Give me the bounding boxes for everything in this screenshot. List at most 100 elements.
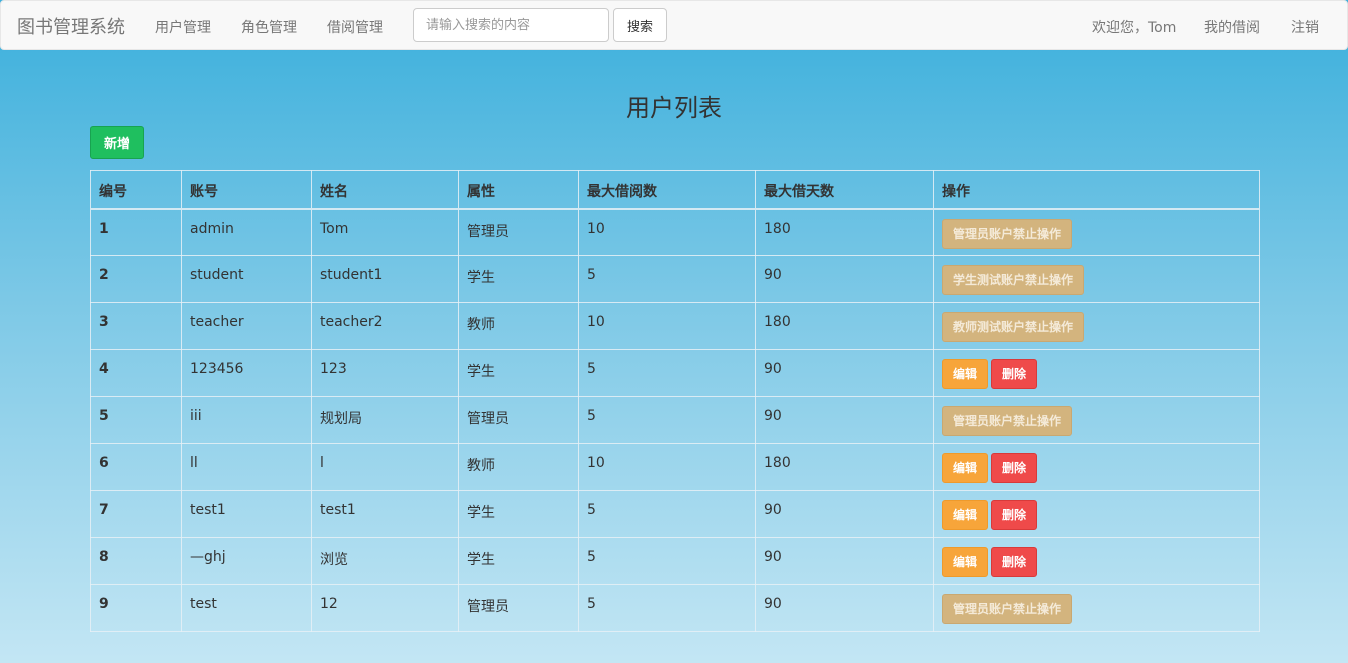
- table-header-row: 编号 账号 姓名 属性 最大借阅数 最大借天数 操作: [90, 170, 1260, 210]
- cell-name: 规划局: [311, 396, 459, 444]
- cell-id: 8: [90, 537, 182, 585]
- table-row: 7 test1 test1 学生 5 90 编辑 删除: [90, 490, 1260, 538]
- cell-max-days: 90: [755, 584, 934, 632]
- table-row: 8 —ghj 浏览 学生 5 90 编辑 删除: [90, 537, 1260, 585]
- table-row: 1 admin Tom 管理员 10 180 管理员账户禁止操作: [90, 208, 1260, 256]
- cell-account: test1: [181, 490, 312, 538]
- edit-button[interactable]: 编辑: [942, 359, 989, 389]
- cell-role: 学生: [458, 349, 579, 397]
- cell-max-borrow: 10: [578, 443, 756, 491]
- cell-max-borrow: 10: [578, 208, 756, 256]
- header-account: 账号: [181, 170, 312, 210]
- cell-max-days: 180: [755, 443, 934, 491]
- cell-max-days: 90: [755, 537, 934, 585]
- cell-name: Tom: [311, 208, 459, 256]
- cell-actions: 管理员账户禁止操作: [933, 396, 1260, 444]
- cell-name: student1: [311, 255, 459, 303]
- add-user-button[interactable]: 新增: [90, 126, 144, 159]
- cell-max-days: 180: [755, 208, 934, 256]
- disabled-action-button: 管理员账户禁止操作: [942, 594, 1073, 624]
- cell-id: 1: [90, 208, 182, 256]
- navbar: 图书管理系统 用户管理 角色管理 借阅管理 搜索 欢迎您，Tom 我的借阅 注销: [0, 0, 1348, 50]
- delete-button[interactable]: 删除: [991, 500, 1038, 530]
- cell-name: 12: [311, 584, 459, 632]
- cell-role: 管理员: [458, 584, 579, 632]
- cell-actions: 编辑 删除: [933, 349, 1260, 397]
- cell-max-borrow: 5: [578, 349, 756, 397]
- cell-actions: 学生测试账户禁止操作: [933, 255, 1260, 303]
- cell-account: —ghj: [181, 537, 312, 585]
- edit-button[interactable]: 编辑: [942, 500, 989, 530]
- cell-max-days: 90: [755, 255, 934, 303]
- disabled-action-button: 管理员账户禁止操作: [942, 406, 1073, 436]
- cell-actions: 管理员账户禁止操作: [933, 584, 1260, 632]
- cell-max-days: 90: [755, 396, 934, 444]
- cell-id: 9: [90, 584, 182, 632]
- cell-name: 123: [311, 349, 459, 397]
- welcome-user[interactable]: 欢迎您，Tom: [1092, 17, 1176, 37]
- nav-user-management[interactable]: 用户管理: [155, 17, 211, 37]
- cell-account: 123456: [181, 349, 312, 397]
- cell-role: 教师: [458, 302, 579, 350]
- table-row: 9 test 12 管理员 5 90 管理员账户禁止操作: [90, 584, 1260, 632]
- table-row: 6 ll l 教师 10 180 编辑 删除: [90, 443, 1260, 491]
- delete-button[interactable]: 删除: [991, 453, 1038, 483]
- cell-account: student: [181, 255, 312, 303]
- nav-logout[interactable]: 注销: [1291, 17, 1319, 37]
- cell-id: 5: [90, 396, 182, 444]
- header-role: 属性: [458, 170, 579, 210]
- search-button[interactable]: 搜索: [613, 8, 667, 42]
- cell-name: teacher2: [311, 302, 459, 350]
- cell-account: test: [181, 584, 312, 632]
- table-row: 2 student student1 学生 5 90 学生测试账户禁止操作: [90, 255, 1260, 303]
- cell-name: l: [311, 443, 459, 491]
- cell-account: teacher: [181, 302, 312, 350]
- disabled-action-button: 教师测试账户禁止操作: [942, 312, 1085, 342]
- cell-max-days: 180: [755, 302, 934, 350]
- cell-actions: 编辑 删除: [933, 443, 1260, 491]
- table-body: 1 admin Tom 管理员 10 180 管理员账户禁止操作 2 student studen…: [90, 208, 1260, 632]
- cell-id: 4: [90, 349, 182, 397]
- search-input[interactable]: [413, 8, 609, 42]
- edit-button[interactable]: 编辑: [942, 547, 989, 577]
- cell-max-borrow: 10: [578, 302, 756, 350]
- edit-button[interactable]: 编辑: [942, 453, 989, 483]
- cell-name: 浏览: [311, 537, 459, 585]
- brand-title[interactable]: 图书管理系统: [17, 13, 125, 39]
- disabled-action-button: 学生测试账户禁止操作: [942, 265, 1085, 295]
- cell-actions: 教师测试账户禁止操作: [933, 302, 1260, 350]
- user-table: 编号 账号 姓名 属性 最大借阅数 最大借天数 操作 1 admin Tom 管理员 1…: [90, 170, 1260, 632]
- cell-account: admin: [181, 208, 312, 256]
- nav-role-management[interactable]: 角色管理: [241, 17, 297, 37]
- nav-borrow-management[interactable]: 借阅管理: [327, 17, 383, 37]
- cell-max-borrow: 5: [578, 537, 756, 585]
- cell-id: 2: [90, 255, 182, 303]
- cell-role: 学生: [458, 255, 579, 303]
- table-row: 4 123456 123 学生 5 90 编辑 删除: [90, 349, 1260, 397]
- cell-account: iii: [181, 396, 312, 444]
- cell-max-borrow: 5: [578, 255, 756, 303]
- table-row: 5 iii 规划局 管理员 5 90 管理员账户禁止操作: [90, 396, 1260, 444]
- header-actions: 操作: [933, 170, 1260, 210]
- header-id: 编号: [90, 170, 182, 210]
- cell-role: 学生: [458, 490, 579, 538]
- cell-id: 7: [90, 490, 182, 538]
- cell-actions: 编辑 删除: [933, 490, 1260, 538]
- cell-id: 6: [90, 443, 182, 491]
- header-max-days: 最大借天数: [755, 170, 934, 210]
- cell-actions: 编辑 删除: [933, 537, 1260, 585]
- delete-button[interactable]: 删除: [991, 359, 1038, 389]
- cell-max-borrow: 5: [578, 584, 756, 632]
- cell-max-days: 90: [755, 349, 934, 397]
- cell-role: 管理员: [458, 396, 579, 444]
- page-title: 用户列表: [626, 94, 722, 122]
- header-max-borrow: 最大借阅数: [578, 170, 756, 210]
- delete-button[interactable]: 删除: [991, 547, 1038, 577]
- cell-id: 3: [90, 302, 182, 350]
- cell-actions: 管理员账户禁止操作: [933, 208, 1260, 256]
- nav-my-borrow[interactable]: 我的借阅: [1204, 17, 1260, 37]
- cell-max-borrow: 5: [578, 490, 756, 538]
- cell-role: 教师: [458, 443, 579, 491]
- cell-max-borrow: 5: [578, 396, 756, 444]
- disabled-action-button: 管理员账户禁止操作: [942, 218, 1073, 249]
